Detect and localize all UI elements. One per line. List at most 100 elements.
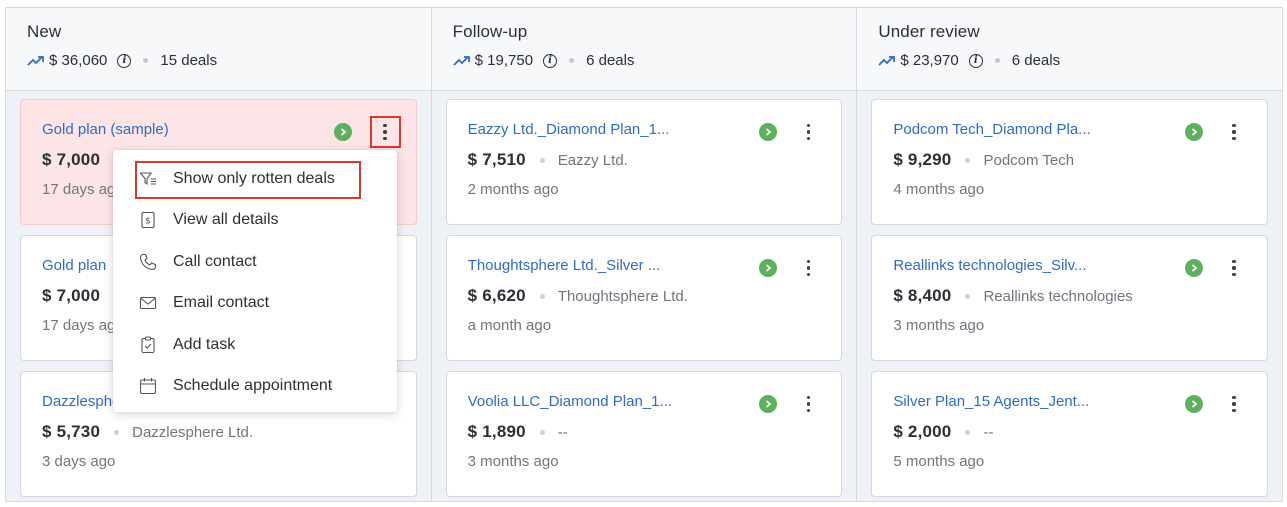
more-options-button[interactable]: [1225, 119, 1243, 145]
menu-item-label: Email contact: [173, 294, 270, 312]
separator-dot: [994, 58, 1000, 63]
stage-header: Follow-up $ 19,750 i 6 deals: [431, 8, 857, 91]
separator-dot: [539, 293, 545, 299]
menu-item-view-all-details[interactable]: $ View all details: [113, 200, 397, 242]
status-arrow-icon[interactable]: [759, 259, 778, 277]
separator-dot: [539, 429, 545, 435]
clipboard-check-icon: [141, 336, 155, 353]
filter-icon: [139, 172, 156, 185]
separator-dot: [965, 293, 971, 299]
deal-context-menu: Show only rotten deals $ View all detail…: [113, 150, 397, 412]
stage-total: $ 36,060: [49, 52, 108, 69]
deal-title[interactable]: Silver Plan_15 Agents_Jent...: [893, 393, 1267, 410]
menu-item-schedule-appointment[interactable]: Schedule appointment: [113, 366, 397, 408]
deal-amount: $ 8,400: [893, 286, 952, 305]
deal-age: 5 months ago: [893, 453, 985, 470]
stage-deal-count: 6 deals: [586, 52, 635, 69]
deal-card[interactable]: Voolia LLC_Diamond Plan_1... $ 1,890 -- …: [445, 371, 843, 497]
deal-age: 2 months ago: [467, 181, 559, 198]
trend-up-icon: [27, 55, 44, 66]
separator-dot: [965, 429, 971, 435]
deal-title[interactable]: Reallinks technologies_Silv...: [893, 257, 1267, 274]
deal-title[interactable]: Thoughtsphere Ltd._Silver ...: [468, 257, 842, 274]
more-options-button[interactable]: [1225, 255, 1243, 281]
trend-up-icon: [453, 55, 470, 66]
stage-total: $ 19,750: [474, 52, 534, 69]
deal-amount: $ 7,510: [467, 150, 526, 169]
more-options-button[interactable]: [799, 119, 817, 145]
separator-dot: [965, 157, 971, 163]
deal-age: 3 days ago: [42, 453, 116, 470]
separator-dot: [114, 429, 120, 435]
stage-deal-count: 15 deals: [160, 52, 218, 69]
menu-item-show-rotten-deals[interactable]: Show only rotten deals: [113, 158, 397, 200]
menu-item-label: View all details: [173, 211, 279, 229]
deal-age: 3 months ago: [467, 453, 559, 470]
menu-item-label: Add task: [173, 335, 236, 353]
separator-dot: [143, 58, 149, 63]
deal-organization: Eazzy Ltd.: [557, 151, 628, 169]
menu-item-label: Schedule appointment: [173, 377, 333, 395]
menu-item-add-task[interactable]: Add task: [113, 324, 397, 366]
svg-text:$: $: [145, 217, 151, 227]
info-icon[interactable]: i: [117, 53, 132, 68]
stage-header: Under review $ 23,970 i 6 deals: [857, 8, 1282, 91]
menu-item-email-contact[interactable]: Email contact: [113, 283, 397, 325]
stage-header: New $ 36,060 i 15 deals: [6, 8, 431, 91]
more-options-button[interactable]: [799, 255, 817, 281]
menu-item-call-contact[interactable]: Call contact: [113, 241, 397, 283]
deal-amount: $ 1,890: [467, 422, 526, 441]
deal-card[interactable]: Reallinks technologies_Silv... $ 8,400 R…: [871, 235, 1269, 361]
dollar-doc-icon: $: [141, 212, 155, 229]
status-arrow-icon[interactable]: [333, 123, 352, 141]
trend-up-icon: [878, 55, 896, 66]
stage-deal-count: 6 deals: [1011, 52, 1061, 69]
status-arrow-icon[interactable]: [759, 395, 778, 413]
status-arrow-icon[interactable]: [1185, 123, 1204, 141]
info-icon[interactable]: i: [968, 53, 983, 68]
deal-card[interactable]: Silver Plan_15 Agents_Jent... $ 2,000 --…: [871, 371, 1269, 497]
stage-title: Under review: [878, 22, 980, 41]
deal-amount: $ 6,620: [467, 286, 526, 305]
deal-organization: Thoughtsphere Ltd.: [557, 287, 688, 305]
deal-organization: Dazzlesphere Ltd.: [132, 423, 254, 441]
deal-card[interactable]: Thoughtsphere Ltd._Silver ... $ 6,620 Th…: [445, 235, 843, 361]
stage-stats: $ 19,750 i 6 deals: [453, 52, 857, 69]
separator-dot: [569, 58, 575, 63]
status-arrow-icon[interactable]: [1185, 395, 1204, 413]
deal-title[interactable]: Gold plan (sample): [42, 121, 416, 138]
deal-amount: $ 9,290: [893, 150, 952, 169]
menu-item-label: Call contact: [173, 252, 257, 270]
stage-column-under-review: Under review $ 23,970 i 6 deals Podcom T…: [856, 8, 1282, 501]
stage-title: New: [27, 22, 62, 41]
phone-icon: [139, 253, 157, 270]
stage-stats: $ 23,970 i 6 deals: [878, 52, 1282, 69]
deal-amount: $ 2,000: [893, 422, 952, 441]
deal-amount: $ 7,000: [42, 150, 101, 169]
stage-title: Follow-up: [452, 22, 528, 41]
separator-dot: [539, 157, 545, 163]
deal-age: a month ago: [467, 317, 552, 334]
deal-organization: --: [557, 423, 568, 441]
more-options-button[interactable]: [799, 391, 817, 417]
menu-item-label: Show only rotten deals: [173, 169, 335, 187]
deal-age: 3 months ago: [893, 317, 985, 334]
status-arrow-icon[interactable]: [759, 123, 778, 141]
deal-organization: Podcom Tech: [983, 151, 1075, 169]
deal-organization: Reallinks technologies: [983, 287, 1133, 305]
deal-title[interactable]: Eazzy Ltd._Diamond Plan_1...: [468, 121, 842, 138]
deal-amount: $ 7,000: [42, 286, 101, 305]
info-icon[interactable]: i: [543, 53, 558, 68]
deal-title[interactable]: Podcom Tech_Diamond Pla...: [893, 121, 1267, 138]
status-arrow-icon[interactable]: [1185, 259, 1204, 277]
stage-column-follow-up: Follow-up $ 19,750 i 6 deals Eazzy Ltd._…: [430, 8, 857, 501]
more-options-button[interactable]: [1225, 391, 1243, 417]
stage-stats: $ 36,060 i 15 deals: [27, 52, 431, 69]
deal-organization: --: [983, 423, 994, 441]
deal-title[interactable]: Voolia LLC_Diamond Plan_1...: [468, 393, 842, 410]
envelope-icon: [139, 297, 157, 310]
calendar-icon: [139, 378, 157, 395]
more-options-button[interactable]: [369, 116, 401, 148]
deal-card[interactable]: Eazzy Ltd._Diamond Plan_1... $ 7,510 Eaz…: [445, 99, 843, 225]
deal-card[interactable]: Podcom Tech_Diamond Pla... $ 9,290 Podco…: [871, 99, 1269, 225]
